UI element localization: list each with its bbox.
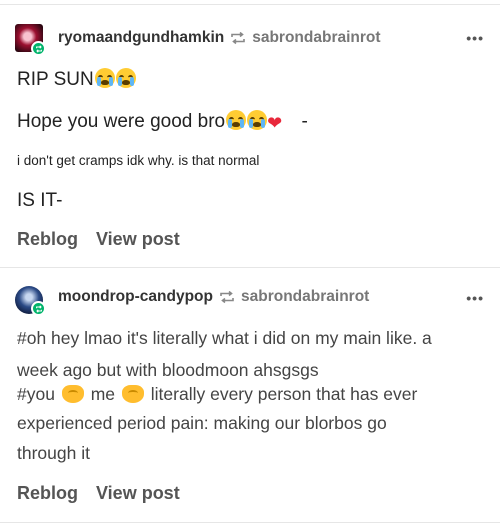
tag-line[interactable]: through it xyxy=(17,443,90,464)
post-text-line: i don't get cramps idk why. is that norm… xyxy=(17,153,260,168)
tag-line[interactable]: experienced period pain: making our blor… xyxy=(17,413,387,434)
text-dash: - xyxy=(301,111,308,132)
post-card: moondrop-candypop sabrondabrainrot ••• #… xyxy=(0,267,500,523)
more-options-icon[interactable]: ••• xyxy=(466,290,484,306)
crying-face-icon xyxy=(226,110,247,130)
reblog-icon xyxy=(219,290,235,304)
tag-line[interactable]: week ago but with bloodmoon ahsgsgs xyxy=(17,360,319,381)
post-text-line: Hope you were good bro ❤ - xyxy=(17,110,308,134)
text-hope: Hope you were good bro xyxy=(17,111,226,132)
handshake-icon xyxy=(61,385,84,403)
reblogged-from-name[interactable]: sabrondabrainrot xyxy=(252,29,380,47)
post-card: ryomaandgundhamkin sabrondabrainrot ••• … xyxy=(0,4,500,267)
tag-line[interactable]: #oh hey lmao it's literally what i did o… xyxy=(17,328,432,349)
post-text-line: IS IT- xyxy=(17,190,63,211)
reblog-icon xyxy=(230,31,246,45)
tag-line[interactable]: #you me literally every person that has … xyxy=(17,384,417,405)
crying-face-icon xyxy=(94,68,115,88)
author-name[interactable]: moondrop-candypop xyxy=(58,288,213,306)
handshake-icon xyxy=(121,385,144,403)
view-post-link[interactable]: View post xyxy=(96,483,180,504)
text-rip-sun: RIP SUN xyxy=(17,69,94,90)
post-actions: Reblog View post xyxy=(17,483,180,504)
crying-face-icon xyxy=(247,110,268,130)
reblog-button[interactable]: Reblog xyxy=(17,229,78,250)
tag-rest: literally every person that has ever xyxy=(150,384,418,404)
tag-me: me xyxy=(90,384,116,404)
view-post-link[interactable]: View post xyxy=(96,229,180,250)
reblog-badge-icon xyxy=(31,41,46,56)
reblog-badge-icon xyxy=(31,301,46,316)
post-header: ryomaandgundhamkin sabrondabrainrot xyxy=(58,26,381,50)
post-text-line: RIP SUN xyxy=(17,68,136,91)
author-name[interactable]: ryomaandgundhamkin xyxy=(58,29,224,47)
post-actions: Reblog View post xyxy=(17,229,180,250)
tag-you: #you xyxy=(17,384,55,404)
post-header: moondrop-candypop sabrondabrainrot xyxy=(58,285,369,309)
reblog-button[interactable]: Reblog xyxy=(17,483,78,504)
crying-face-icon xyxy=(115,68,136,88)
more-options-icon[interactable]: ••• xyxy=(466,30,484,46)
red-heart-icon: ❤ xyxy=(267,113,283,133)
reblogged-from-name[interactable]: sabrondabrainrot xyxy=(241,288,369,306)
